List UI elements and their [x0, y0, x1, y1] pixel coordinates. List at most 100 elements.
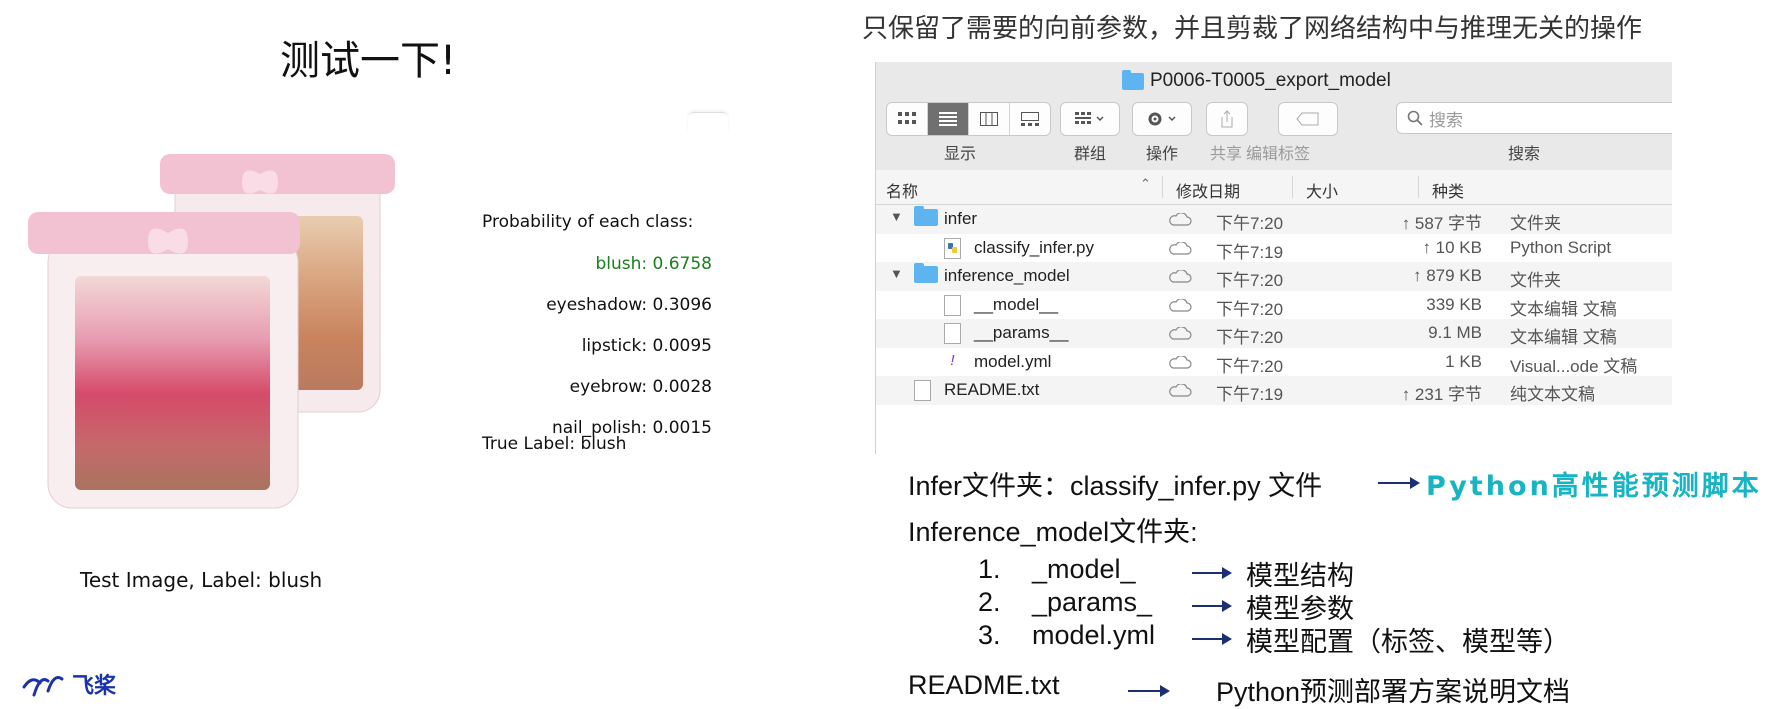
- icloud-icon: [1169, 355, 1192, 369]
- slide-title: 测试一下!: [280, 38, 457, 84]
- search-placeholder: 搜索: [1429, 110, 1463, 130]
- model-item-number: 3.: [978, 620, 1001, 650]
- share-button-inner: [1207, 103, 1247, 135]
- infer-desc: Python高性能预测脚本: [1426, 471, 1762, 502]
- file-size: ↑ 231 字节: [1401, 385, 1482, 404]
- icloud-icon: [1169, 270, 1192, 283]
- file-date: 下午7:19: [1216, 242, 1284, 262]
- edit-tags-label: 编辑标签: [1246, 146, 1311, 163]
- folder-icon: [1122, 69, 1144, 90]
- model-item-name: model.yml: [1032, 620, 1156, 650]
- share-icon: [1221, 110, 1233, 128]
- edit-tags-button-inner: [1279, 103, 1337, 135]
- arrow-icon: [1192, 633, 1232, 645]
- group-label: 群组: [1074, 146, 1107, 163]
- file-row[interactable]: ▼ infer 下午7:20 ↑ 587 字节 文件夹: [876, 205, 1672, 234]
- column-divider: [1292, 176, 1293, 198]
- search-input[interactable]: 搜索: [1396, 102, 1672, 134]
- infer-line: Infer文件夹：classify_infer.py 文件: [908, 471, 1323, 501]
- gallery-view-button[interactable]: [1010, 103, 1050, 135]
- action-button-inner: [1133, 103, 1191, 135]
- file-name: __model__: [974, 294, 1059, 314]
- yml-file-icon: !: [950, 351, 955, 369]
- probability-row: eyeshadow: 0.3096: [546, 295, 712, 315]
- file-date: 下午7:20: [1216, 356, 1284, 376]
- share-label: 共享: [1210, 146, 1243, 163]
- file-row[interactable]: classify_infer.py 下午7:19 ↑ 10 KB Python Scr…: [876, 234, 1672, 263]
- model-item-name: _params_: [1032, 587, 1153, 617]
- sort-chevron-icon: ⌃: [1140, 176, 1151, 191]
- list-view-button[interactable]: [928, 103, 969, 135]
- finder-toolbar: P0006-T0005_export_model 显示 群组 操作 共享 编辑标…: [876, 62, 1672, 171]
- file-kind: Visual...ode 文稿: [1510, 356, 1638, 376]
- group-grid-chevron-icon: [1075, 112, 1104, 124]
- column-header: 名称 ⌃ 修改日期 大小 种类: [876, 170, 1672, 205]
- disclosure-triangle-icon[interactable]: ▼: [890, 209, 903, 224]
- file-kind: 文件夹: [1510, 271, 1561, 290]
- column-divider: [1162, 176, 1163, 198]
- action-button[interactable]: [1132, 102, 1192, 136]
- file-kind: 文本编辑 文稿: [1510, 328, 1617, 347]
- inference-model-line: Inference_model文件夹:: [908, 517, 1198, 547]
- file-name: inference_model: [944, 266, 1070, 285]
- icloud-icon: [1169, 327, 1192, 340]
- column-size[interactable]: 大小: [1306, 178, 1338, 202]
- arrow-icon: [1378, 477, 1420, 489]
- file-date: 下午7:20: [1216, 328, 1284, 347]
- test-product-image: [28, 154, 395, 509]
- document-icon: [944, 294, 961, 316]
- group-button[interactable]: [1060, 102, 1120, 136]
- group-button-inner: [1061, 103, 1119, 135]
- model-item-name: _model_: [1032, 554, 1136, 584]
- file-row[interactable]: ! model.yml 下午7:20 1 KB Visual...ode 文稿: [876, 348, 1672, 377]
- folder-icon: [914, 206, 938, 226]
- folder-icon: [914, 263, 938, 283]
- share-button[interactable]: [1206, 102, 1248, 136]
- icloud-icon: [1169, 384, 1192, 397]
- logo-text: 飞桨: [72, 674, 117, 699]
- column-name[interactable]: 名称: [886, 178, 918, 202]
- column-view-button[interactable]: [969, 103, 1010, 135]
- file-size: ↑ 587 字节: [1401, 214, 1482, 233]
- icon-view-button[interactable]: [887, 103, 928, 135]
- arrow-icon: [1192, 600, 1232, 612]
- icloud-icon: [1169, 241, 1192, 255]
- document-icon: [914, 380, 931, 401]
- file-size: ↑ 10 KB: [1422, 237, 1482, 257]
- window-title-text: P0006-T0005_export_model: [1150, 70, 1391, 91]
- edit-tags-button[interactable]: [1278, 102, 1338, 136]
- file-kind: 文件夹: [1510, 214, 1561, 233]
- file-row[interactable]: README.txt 下午7:19 ↑ 231 字节 纯文本文稿: [876, 376, 1672, 405]
- file-name: classify_infer.py: [974, 237, 1094, 257]
- model-item-number: 2.: [978, 587, 1001, 617]
- file-name: README.txt: [944, 380, 1040, 399]
- readme-desc: Python预测部署方案说明文档: [1216, 677, 1571, 707]
- document-icon: [944, 323, 961, 344]
- probability-heading: Probability of each class:: [482, 212, 694, 232]
- file-row[interactable]: ▼ inference_model 下午7:20 ↑ 879 KB 文件夹: [876, 262, 1672, 291]
- file-kind: 纯文本文稿: [1510, 385, 1595, 404]
- arrow-icon: [1192, 567, 1232, 579]
- paddle-logo-icon: [22, 676, 64, 697]
- file-date: 下午7:19: [1216, 385, 1284, 404]
- disclosure-triangle-icon[interactable]: ▼: [890, 266, 903, 281]
- right-header: 只保留了需要的向前参数，并且剪裁了网络结构中与推理无关的操作: [862, 14, 1643, 44]
- prediction-panel: Probability of each class: blush: 0.6758…: [482, 212, 712, 454]
- tag-icon: [1296, 112, 1319, 126]
- file-row[interactable]: __model__ 下午7:20 339 KB 文本编辑 文稿: [876, 291, 1672, 320]
- column-date[interactable]: 修改日期: [1176, 178, 1240, 202]
- model-item-number: 1.: [978, 554, 1001, 584]
- probability-row: blush: 0.6758: [595, 254, 712, 274]
- file-name: model.yml: [974, 351, 1052, 371]
- file-size: 1 KB: [1445, 351, 1482, 371]
- probability-row: lipstick: 0.0095: [581, 336, 712, 356]
- file-date: 下午7:20: [1216, 299, 1284, 319]
- true-label: True Label: blush: [482, 434, 627, 454]
- list-icon: [939, 112, 957, 126]
- file-kind: Python Script: [1510, 237, 1612, 257]
- column-kind[interactable]: 种类: [1432, 178, 1464, 202]
- file-row[interactable]: __params__ 下午7:20 9.1 MB 文本编辑 文稿: [876, 319, 1672, 348]
- grid-icon: [898, 112, 916, 124]
- window-title: P0006-T0005_export_model: [1122, 69, 1391, 92]
- arrow-icon: [1128, 685, 1170, 697]
